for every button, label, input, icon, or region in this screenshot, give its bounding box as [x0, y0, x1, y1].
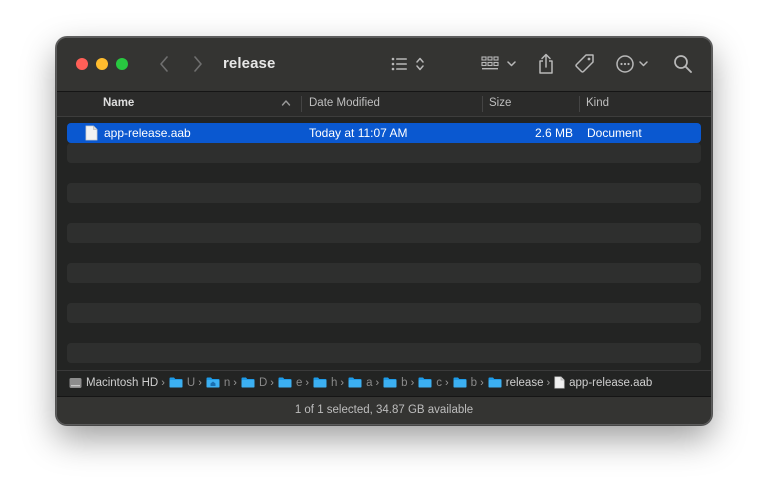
tag-button[interactable] [573, 52, 597, 76]
back-button[interactable] [155, 52, 173, 76]
list-view-icon [391, 57, 424, 71]
folder-icon [313, 377, 327, 388]
window-title: release [223, 55, 276, 72]
empty-row [67, 283, 701, 303]
chevron-left-icon [160, 56, 168, 72]
breadcrumb: Macintosh HD › U › n › D › e › h › a › b… [69, 376, 652, 389]
status-text: 1 of 1 selected, 34.87 GB available [294, 404, 474, 416]
path-item-folder[interactable]: c [418, 377, 442, 389]
group-button[interactable] [481, 52, 521, 76]
path-item-folder[interactable]: b [383, 377, 408, 389]
path-chevron: › [233, 376, 237, 389]
path-chevron: › [445, 376, 449, 389]
document-icon [85, 125, 98, 144]
path-item-folder[interactable]: D [241, 377, 267, 389]
path-chevron: › [410, 376, 415, 389]
path-chevron: › [198, 376, 202, 389]
document-icon [554, 376, 565, 389]
status-bar: 1 of 1 selected, 34.87 GB available [57, 396, 711, 424]
toolbar: release [57, 38, 711, 92]
column-size-header[interactable]: Size [489, 97, 511, 109]
empty-row [67, 163, 701, 183]
file-date-modified: Today at 11:07 AM [309, 126, 408, 140]
path-chevron: › [546, 376, 551, 389]
folder-icon [453, 377, 467, 388]
folder-icon [169, 377, 183, 388]
sort-ascending-icon[interactable] [281, 98, 291, 108]
empty-row [67, 323, 701, 343]
folder-icon [241, 377, 255, 388]
magnifier-icon [674, 55, 692, 73]
path-bar: Macintosh HD › U › n › D › e › h › a › b… [57, 370, 711, 396]
path-item-folder[interactable]: h [313, 377, 337, 389]
chevron-right-icon [194, 56, 202, 72]
path-item-release[interactable]: release [488, 377, 543, 389]
file-row[interactable]: app-release.aab Today at 11:07 AM 2.6 MB… [67, 123, 701, 143]
more-actions-button[interactable] [615, 52, 653, 76]
path-item-macintosh-hd[interactable]: Macintosh HD [69, 377, 158, 389]
view-options-button[interactable] [390, 52, 432, 76]
empty-row [67, 203, 701, 223]
path-chevron: › [305, 376, 310, 389]
file-size: 2.6 MB [534, 126, 573, 140]
column-kind-header[interactable]: Kind [586, 97, 609, 109]
path-item-folder[interactable]: a [348, 377, 373, 389]
path-chevron: › [270, 376, 274, 389]
close-window-button[interactable] [76, 58, 88, 70]
finder-window: release Name Date Modified Size Kind app… [56, 37, 712, 425]
empty-row [67, 263, 701, 283]
file-kind: Document [587, 126, 642, 140]
forward-button[interactable] [189, 52, 207, 76]
maximize-window-button[interactable] [116, 58, 128, 70]
folder-icon [278, 377, 292, 388]
ellipsis-circle-icon [616, 55, 648, 73]
empty-row [67, 143, 701, 163]
path-item-folder[interactable]: b [453, 377, 477, 389]
column-separator[interactable] [301, 96, 302, 112]
disk-icon [69, 377, 82, 389]
minimize-window-button[interactable] [96, 58, 108, 70]
column-date-header[interactable]: Date Modified [309, 97, 380, 109]
empty-row [67, 303, 701, 323]
home-folder-icon [206, 377, 220, 388]
path-item-folder[interactable]: U [169, 377, 195, 389]
folder-icon [418, 377, 432, 388]
empty-row [67, 343, 701, 363]
path-item-home[interactable]: n [206, 377, 230, 389]
column-header: Name Date Modified Size Kind [57, 92, 711, 117]
folder-icon [348, 377, 362, 388]
empty-row [67, 243, 701, 263]
path-chevron: › [161, 376, 165, 389]
empty-row [67, 223, 701, 243]
path-item-file[interactable]: app-release.aab [554, 376, 652, 389]
empty-row [67, 183, 701, 203]
path-chevron: › [480, 376, 484, 389]
folder-icon [383, 377, 397, 388]
search-button[interactable] [672, 52, 694, 76]
grid-group-icon [481, 56, 516, 70]
path-chevron: › [340, 376, 345, 389]
file-name: app-release.aab [104, 126, 191, 140]
column-separator[interactable] [482, 96, 483, 112]
tag-icon [575, 54, 594, 73]
folder-icon [488, 377, 502, 388]
share-icon [539, 53, 553, 74]
path-chevron: › [375, 376, 380, 389]
column-name-header[interactable]: Name [103, 97, 134, 109]
file-list: app-release.aab Today at 11:07 AM 2.6 MB… [67, 123, 701, 363]
share-button[interactable] [535, 52, 557, 76]
path-item-folder[interactable]: e [278, 377, 302, 389]
column-separator[interactable] [579, 96, 580, 112]
